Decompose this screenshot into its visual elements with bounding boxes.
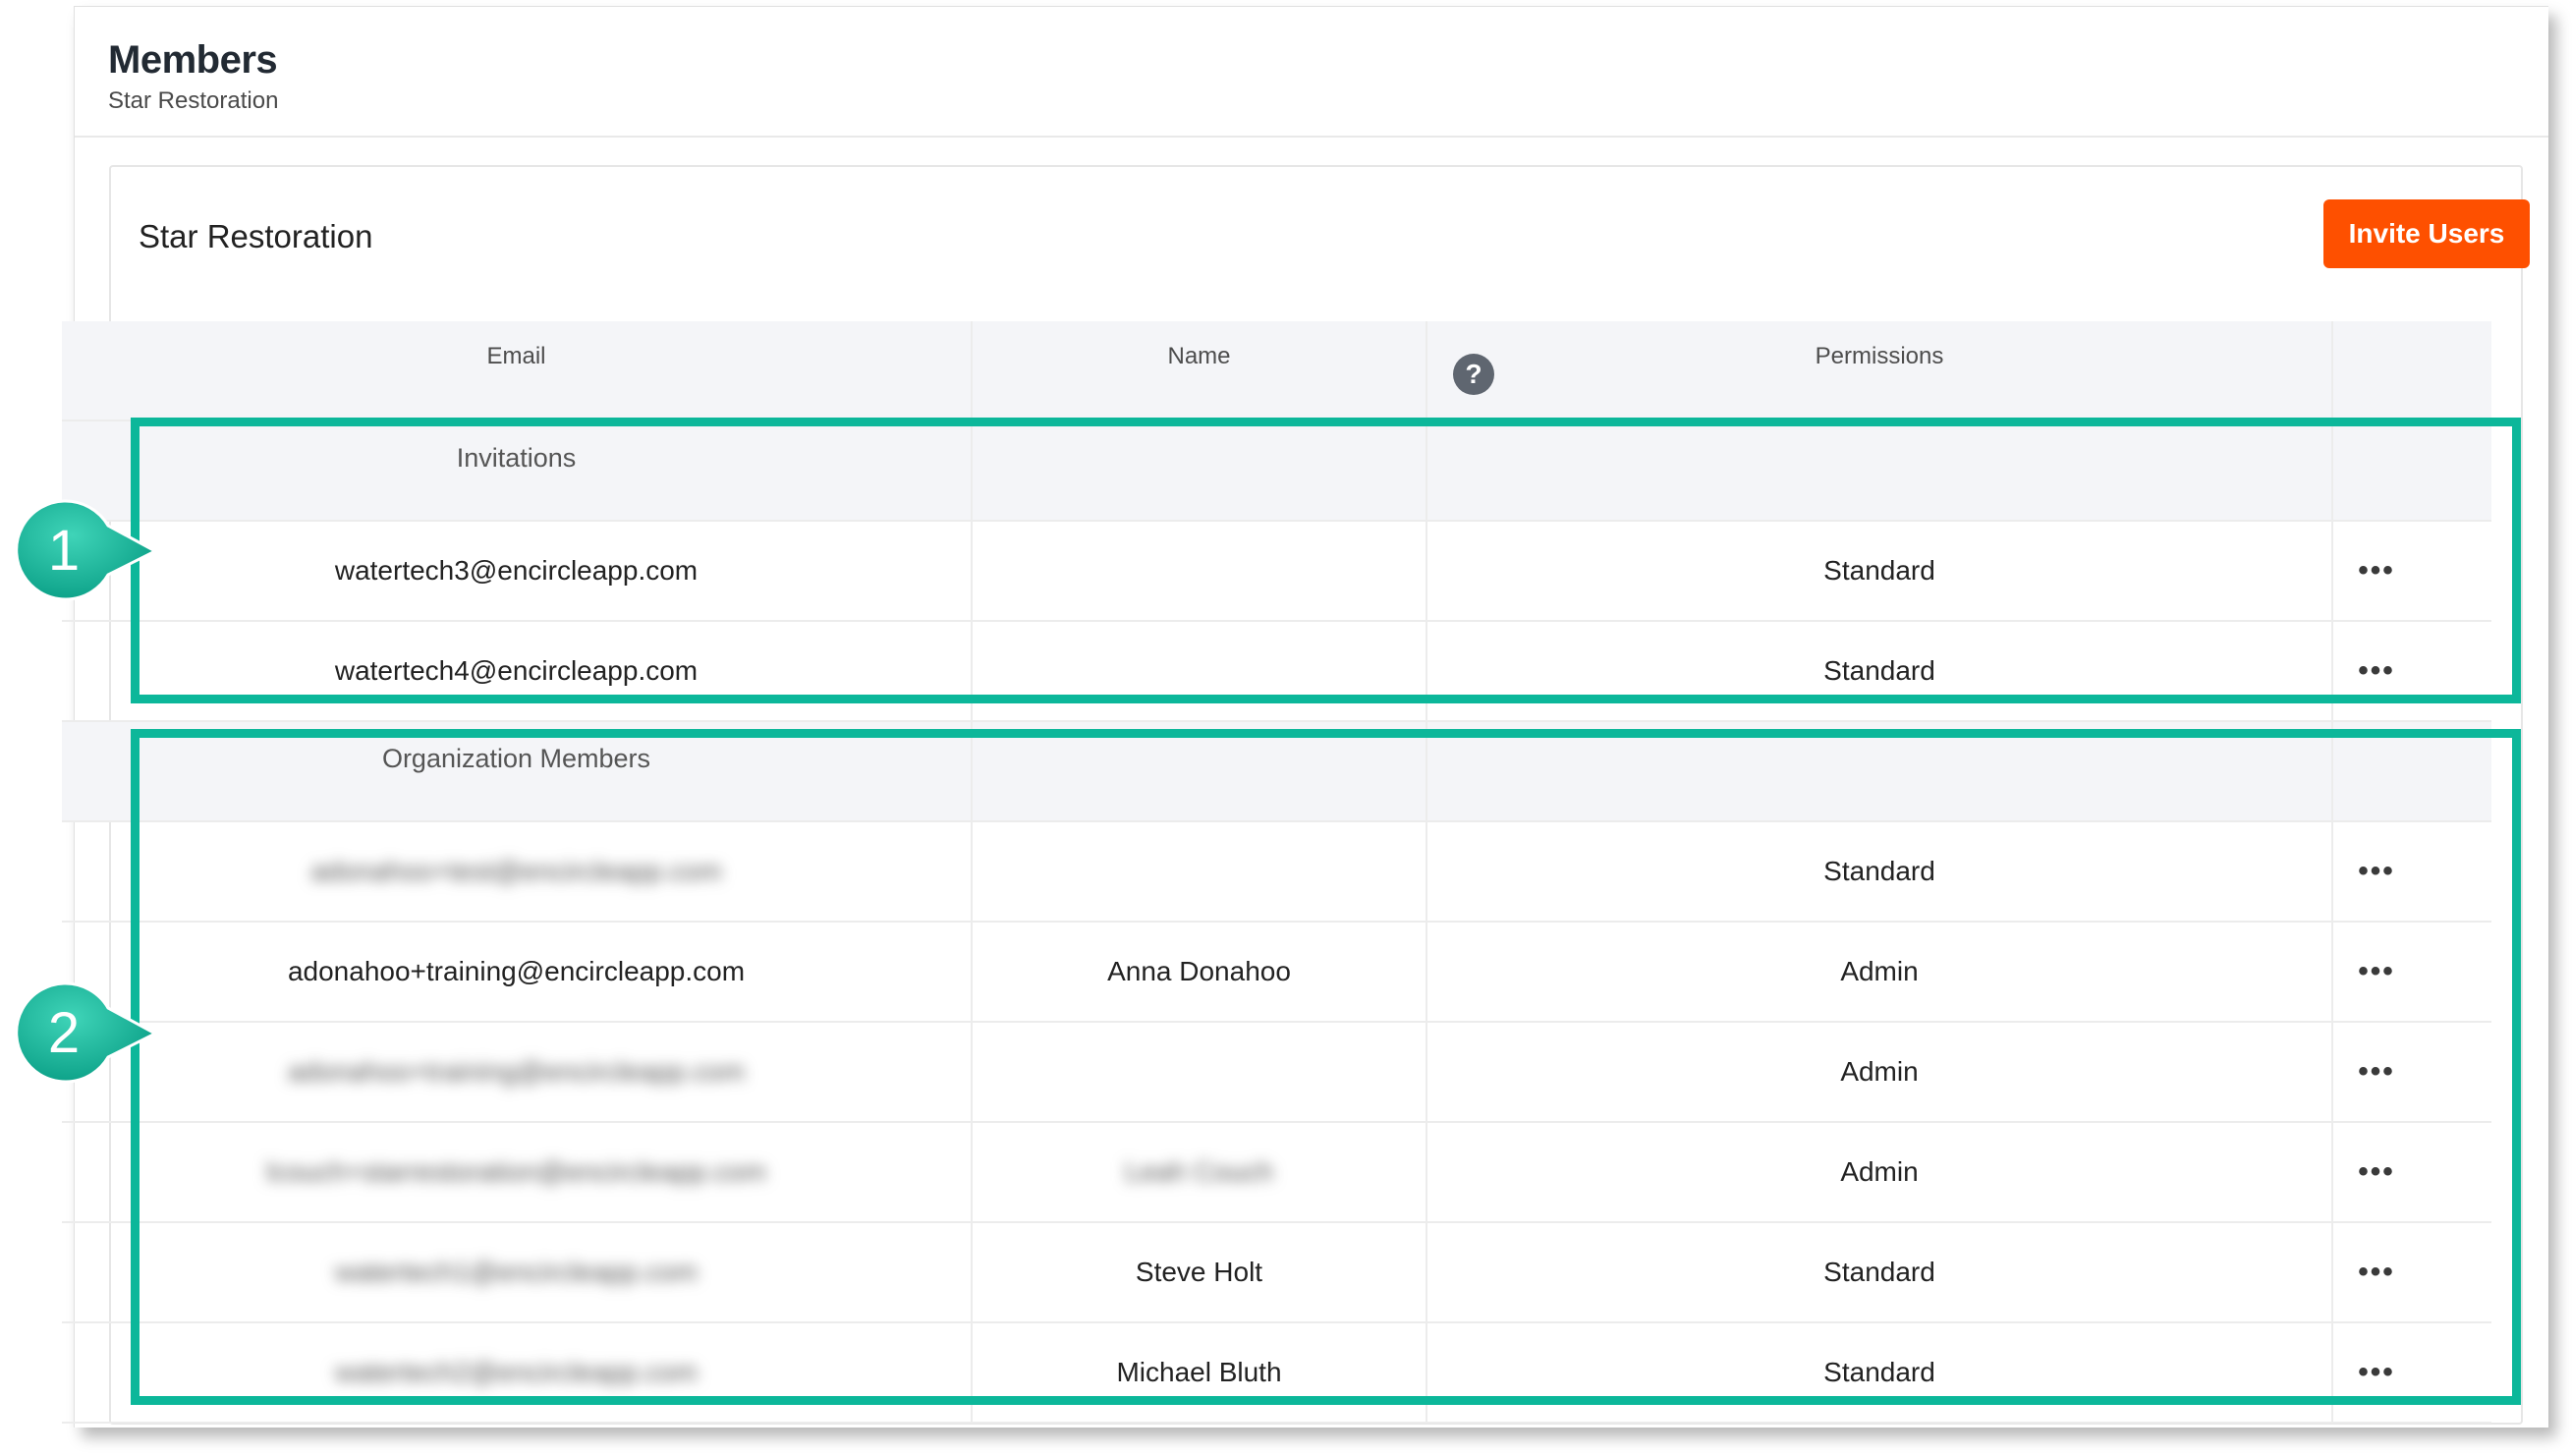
column-header-email: Email [486, 343, 546, 369]
callout-label-2: 2 [47, 1000, 81, 1065]
column-header-actions [2331, 321, 2420, 420]
help-question-icon[interactable]: ? [1453, 354, 1494, 395]
card-title: Star Restoration [139, 218, 373, 254]
callout-marker-1: 1 [10, 496, 167, 604]
table-header-row: Email Name Permissions ? [62, 321, 2491, 421]
highlight-box-invitations [131, 418, 2521, 703]
page-title: Members [108, 38, 278, 82]
column-header-name: Name [971, 321, 1426, 420]
callout-label-1: 1 [47, 518, 81, 583]
invite-users-button[interactable]: Invite Users [2323, 199, 2530, 268]
highlight-box-organization-members [131, 729, 2521, 1405]
page-header: Members Star Restoration [75, 7, 2548, 138]
callout-marker-2: 2 [10, 979, 167, 1087]
column-header-permissions: Permissions [1426, 321, 2331, 420]
page-subtitle: Star Restoration [108, 87, 279, 114]
